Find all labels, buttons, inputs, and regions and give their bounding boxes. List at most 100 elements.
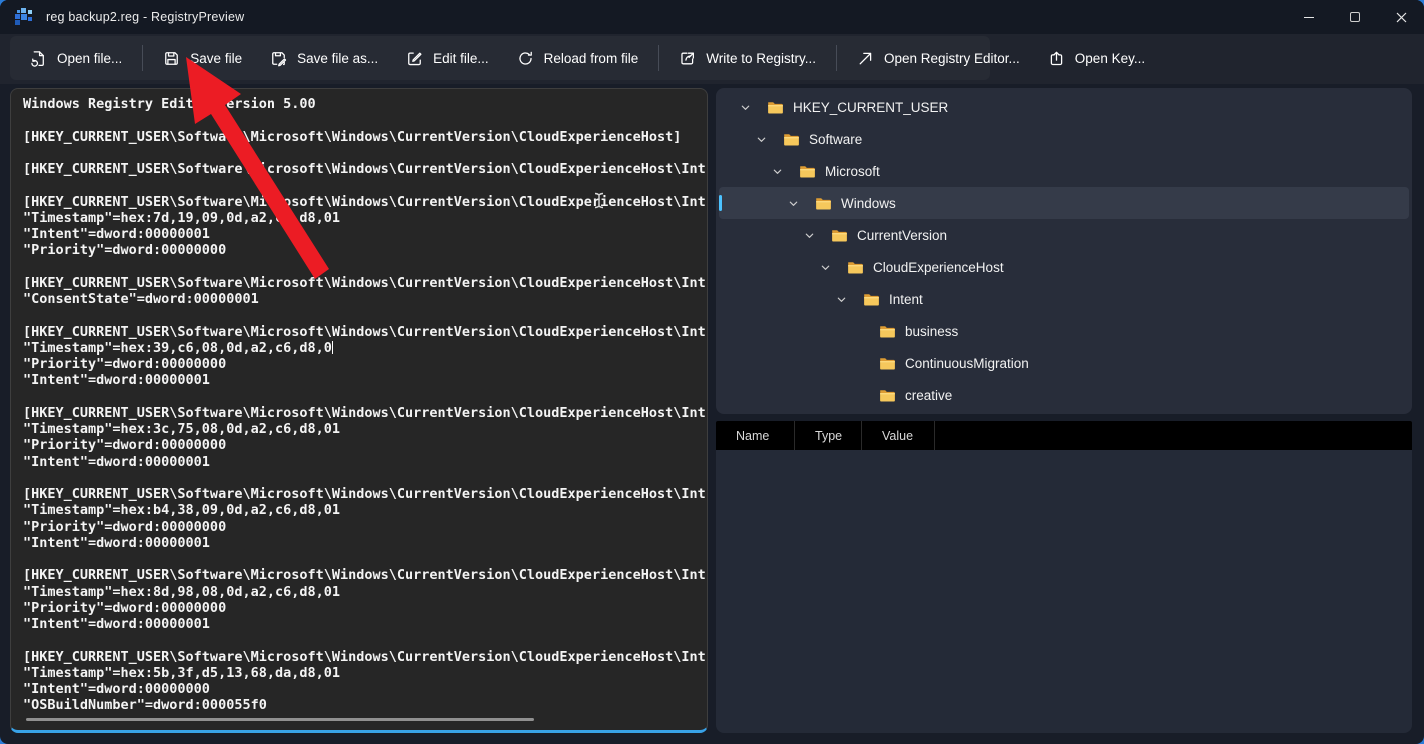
tree-item-creative[interactable]: creative — [719, 379, 1409, 411]
toolbar-separator — [142, 45, 143, 71]
edit-icon — [406, 50, 423, 67]
tree-item-Windows[interactable]: Windows — [719, 187, 1409, 219]
editor-line — [23, 177, 705, 193]
folder-icon — [879, 388, 896, 403]
editor-line: "Intent"=dword:00000001 — [23, 535, 705, 551]
editor-line: "Priority"=dword:00000000 — [23, 600, 705, 616]
editor-line: [HKEY_CURRENT_USER\Software\Microsoft\Wi… — [23, 649, 705, 665]
tree-item-label: creative — [905, 388, 952, 403]
save-as-icon — [270, 50, 287, 67]
chevron-down-icon[interactable] — [756, 131, 783, 147]
column-header-name: Name — [716, 421, 795, 450]
editor-line: [HKEY_CURRENT_USER\Software\Microsoft\Wi… — [23, 324, 705, 340]
chevron-down-icon[interactable] — [772, 163, 799, 179]
editor-line: [HKEY_CURRENT_USER\Software\Microsoft\Wi… — [23, 161, 705, 177]
open-key-icon — [1048, 50, 1065, 67]
editor-line: "Intent"=dword:00000001 — [23, 616, 705, 632]
editor-line: "Timestamp"=hex:5b,3f,d5,13,68,da,d8,01 — [23, 665, 705, 681]
folder-icon — [815, 196, 832, 211]
editor-line: [HKEY_CURRENT_USER\Software\Microsoft\Wi… — [23, 129, 705, 145]
tree-item-label: Intent — [889, 292, 923, 307]
editor-line: Windows Registry Editor Version 5.00 — [23, 96, 705, 112]
column-header-value: Value — [862, 421, 935, 450]
toolbar-button-edit-file[interactable]: Edit file... — [392, 40, 503, 76]
toolbar-button-save-file[interactable]: Save file — [149, 40, 256, 76]
tree-item-label: HKEY_CURRENT_USER — [793, 100, 948, 115]
editor-line: "Timestamp"=hex:b4,38,09,0d,a2,c6,d8,01 — [23, 502, 705, 518]
tree-item-label: CloudExperienceHost — [873, 260, 1004, 275]
tree-item-HKEY_CURRENT_USER[interactable]: HKEY_CURRENT_USER — [719, 91, 1409, 123]
minimize-button[interactable] — [1286, 0, 1332, 34]
toolbar-button-write-to-registry[interactable]: Write to Registry... — [665, 40, 830, 76]
toolbar: Open file... Save file Save file as... E… — [10, 36, 990, 80]
reload-icon — [517, 50, 534, 67]
editor-line: "Priority"=dword:00000000 — [23, 519, 705, 535]
tree-item-Intent[interactable]: Intent — [719, 283, 1409, 315]
toolbar-button-open-registry-editor[interactable]: Open Registry Editor... — [843, 40, 1034, 76]
toolbar-button-label: Edit file... — [433, 51, 489, 66]
window-controls — [1286, 0, 1424, 34]
tree-item-Software[interactable]: Software — [719, 123, 1409, 155]
toolbar-button-reload-from-file[interactable]: Reload from file — [503, 40, 653, 76]
folder-icon — [767, 100, 784, 115]
tree-item-Microsoft[interactable]: Microsoft — [719, 155, 1409, 187]
titlebar: reg backup2.reg - RegistryPreview — [0, 0, 1424, 34]
chevron-down-icon[interactable] — [804, 227, 831, 243]
horizontal-scrollbar[interactable] — [26, 718, 534, 721]
editor-line: "Intent"=dword:00000000 — [23, 681, 705, 697]
toolbar-button-label: Open file... — [57, 51, 122, 66]
tree-item-CloudExperienceHost[interactable]: CloudExperienceHost — [719, 251, 1409, 283]
editor-line — [23, 551, 705, 567]
editor-textbox[interactable]: Windows Registry Editor Version 5.00 [HKE… — [10, 88, 708, 733]
tree-item-label: Software — [809, 132, 862, 147]
tree-item-business[interactable]: business — [719, 315, 1409, 347]
toolbar-button-open-file[interactable]: Open file... — [16, 40, 136, 76]
editor-line — [23, 307, 705, 323]
selection-pill — [719, 195, 722, 211]
toolbar-button-open-key[interactable]: Open Key... — [1034, 40, 1159, 76]
tree-item-label: CurrentVersion — [857, 228, 947, 243]
write-registry-icon — [679, 50, 696, 67]
editor-line — [23, 470, 705, 486]
folder-icon — [799, 164, 816, 179]
chevron-down-icon[interactable] — [836, 291, 863, 307]
editor-line — [23, 632, 705, 648]
folder-icon — [783, 132, 800, 147]
chevron-down-icon[interactable] — [740, 99, 767, 115]
tree-item-label: ContinuousMigration — [905, 356, 1029, 371]
app-window: reg backup2.reg - RegistryPreview Open f… — [0, 0, 1424, 744]
save-icon — [163, 50, 180, 67]
toolbar-separator — [836, 45, 837, 71]
toolbar-button-label: Open Registry Editor... — [884, 51, 1020, 66]
editor-line: "Intent"=dword:00000001 — [23, 454, 705, 470]
open-registry-editor-icon — [857, 50, 874, 67]
column-header-type: Type — [795, 421, 862, 450]
open-file-icon — [30, 50, 47, 67]
chevron-down-icon — [852, 387, 879, 403]
registry-tree: HKEY_CURRENT_USER Software Microsoft Win… — [716, 88, 1412, 414]
tree-item-label: Windows — [841, 196, 896, 211]
app-icon — [15, 8, 33, 26]
editor-line: [HKEY_CURRENT_USER\Software\Microsoft\Wi… — [23, 567, 705, 583]
text-caret — [332, 341, 334, 354]
editor-line — [23, 145, 705, 161]
toolbar-button-label: Open Key... — [1075, 51, 1145, 66]
editor-line: "OSBuildNumber"=dword:000055f0 — [23, 697, 705, 713]
maximize-button[interactable] — [1332, 0, 1378, 34]
value-table-header: NameTypeValue — [716, 421, 1412, 450]
editor-line: "Priority"=dword:00000000 — [23, 356, 705, 372]
editor-line: [HKEY_CURRENT_USER\Software\Microsoft\Wi… — [23, 486, 705, 502]
tree-item-ContinuousMigration[interactable]: ContinuousMigration — [719, 347, 1409, 379]
close-button[interactable] — [1378, 0, 1424, 34]
tree-item-CurrentVersion[interactable]: CurrentVersion — [719, 219, 1409, 251]
chevron-down-icon[interactable] — [788, 195, 815, 211]
editor-line — [23, 259, 705, 275]
editor-line: "Priority"=dword:00000000 — [23, 242, 705, 258]
folder-icon — [879, 324, 896, 339]
value-table-body — [716, 450, 1412, 733]
tree-item-label: Microsoft — [825, 164, 880, 179]
toolbar-button-save-file-as[interactable]: Save file as... — [256, 40, 392, 76]
chevron-down-icon[interactable] — [820, 259, 847, 275]
folder-icon — [847, 260, 864, 275]
editor-line: "Priority"=dword:00000000 — [23, 437, 705, 453]
